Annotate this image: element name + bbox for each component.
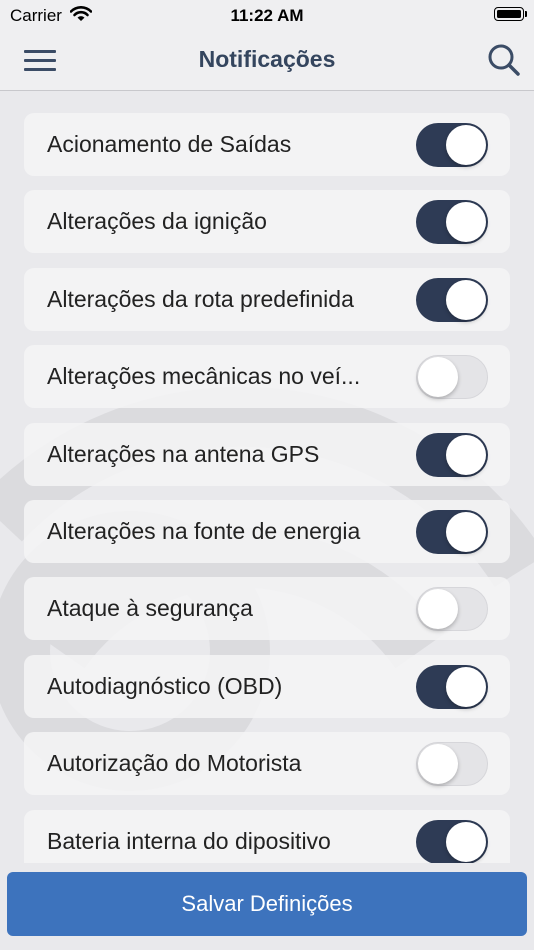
notification-label: Bateria interna do dipositivo — [47, 827, 331, 854]
notification-toggle[interactable] — [416, 509, 488, 554]
notification-toggle[interactable] — [416, 200, 488, 245]
notification-label: Alterações mecânicas no veí... — [47, 363, 361, 390]
battery-icon — [494, 7, 527, 21]
toggle-knob — [418, 356, 458, 397]
notification-row: Autorização do Motorista — [24, 732, 510, 796]
notification-toggle[interactable] — [416, 432, 488, 477]
notification-label: Alterações da rota predefinida — [47, 285, 354, 312]
toggle-knob — [446, 125, 486, 165]
notification-label: Ataque à segurança — [47, 595, 253, 622]
status-time: 11:22 AM — [230, 6, 304, 25]
status-bar: Carrier 11:22 AM — [0, 0, 534, 32]
notifications-scroll-area[interactable]: Acionamento de Saídas Alterações da igni… — [0, 91, 534, 863]
toggle-knob — [446, 511, 486, 552]
toggle-knob — [446, 666, 486, 707]
notification-toggle[interactable] — [416, 123, 488, 167]
toggle-knob — [418, 588, 458, 629]
toggle-knob — [446, 821, 486, 862]
notification-label: Acionamento de Saídas — [47, 131, 292, 157]
notification-toggle[interactable] — [416, 819, 488, 863]
notification-toggle[interactable] — [416, 355, 488, 400]
notification-row: Autodiagnóstico (OBD) — [24, 654, 510, 718]
notification-label: Alterações da ignição — [47, 208, 267, 235]
save-settings-button[interactable]: Salvar Definições — [7, 872, 527, 936]
notification-row: Alterações na antena GPS — [24, 422, 510, 486]
toggle-knob — [418, 743, 458, 784]
notification-label: Alterações na fonte de energia — [47, 517, 361, 544]
toggle-knob — [446, 279, 486, 320]
notification-label: Autodiagnóstico (OBD) — [47, 672, 283, 699]
notification-row: Alterações da ignição — [24, 190, 510, 254]
notification-row: Ataque à segurança — [24, 577, 510, 641]
notification-row: Alterações da rota predefinida — [24, 267, 510, 331]
nav-bar: Notificações — [0, 32, 534, 91]
search-icon[interactable] — [486, 42, 522, 78]
notification-toggle[interactable] — [416, 277, 488, 322]
notification-list: Acionamento de Saídas Alterações da igni… — [0, 113, 534, 863]
notification-row: Bateria interna do dipositivo — [24, 809, 510, 863]
toggle-knob — [446, 202, 486, 243]
notification-row: Acionamento de Saídas — [24, 113, 510, 176]
notification-row: Alterações na fonte de energia — [24, 499, 510, 563]
page-title: Notificações — [198, 46, 336, 72]
toggle-knob — [446, 434, 486, 475]
notification-row: Alterações mecânicas no veí... — [24, 345, 510, 409]
notification-toggle[interactable] — [416, 664, 488, 709]
notification-label: Alterações na antena GPS — [47, 440, 320, 467]
notification-toggle[interactable] — [416, 587, 488, 632]
notification-toggle[interactable] — [416, 742, 488, 787]
notification-label: Autorização do Motorista — [47, 750, 302, 777]
